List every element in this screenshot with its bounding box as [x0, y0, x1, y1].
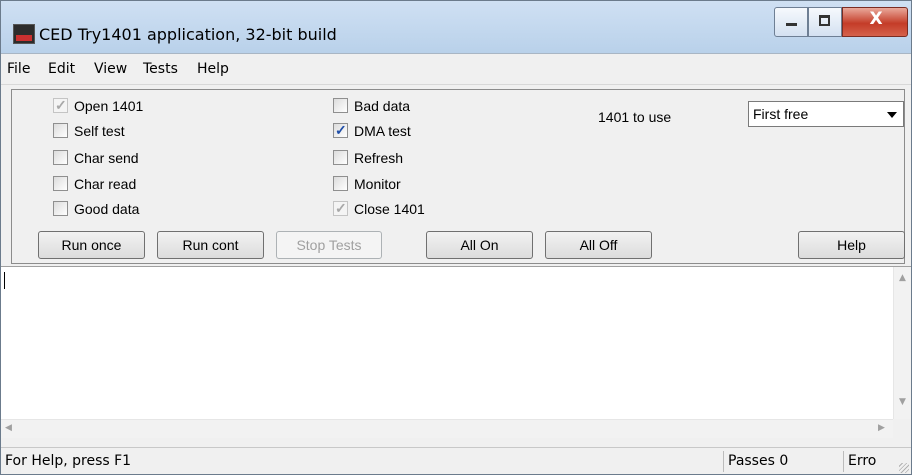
scroll-up-arrow-icon[interactable]: ▲ [899, 273, 906, 283]
run-once-button[interactable]: Run once [38, 231, 145, 259]
device-select[interactable]: First free [748, 101, 904, 127]
stop-tests-button[interactable]: Stop Tests [276, 231, 382, 259]
checkbox-box[interactable] [53, 201, 68, 216]
close-icon: X [869, 9, 883, 29]
menu-edit[interactable]: Edit [48, 61, 75, 77]
title-bar[interactable]: CED Try1401 application, 32-bit build X [1, 1, 911, 53]
status-separator [723, 451, 724, 472]
status-passes: Passes 0 [728, 453, 789, 469]
checkbox-label: Close 1401 [354, 201, 425, 217]
device-label: 1401 to use [598, 109, 672, 125]
menu-tests[interactable]: Tests [143, 61, 178, 77]
window-title: CED Try1401 application, 32-bit build [39, 25, 337, 44]
checkbox-label: DMA test [354, 123, 411, 139]
menu-file[interactable]: File [7, 61, 30, 77]
minimize-icon [786, 23, 797, 26]
checkbox-label: Monitor [354, 176, 401, 192]
menu-view[interactable]: View [94, 61, 127, 77]
checkbox-box[interactable] [333, 176, 348, 191]
checkbox-label: Bad data [354, 98, 411, 114]
output-text-area[interactable] [1, 266, 911, 437]
minimize-button[interactable] [774, 7, 808, 37]
resize-grip-icon[interactable] [899, 463, 909, 473]
dropdown-arrow-icon[interactable] [887, 112, 897, 118]
device-select-value: First free [753, 106, 809, 122]
close-button[interactable]: X [842, 7, 908, 37]
checkbox-box[interactable] [53, 97, 68, 113]
status-help-text: For Help, press F1 [5, 453, 132, 469]
checkbox-box[interactable] [53, 176, 68, 191]
checkbox-label: Refresh [354, 150, 404, 166]
checkbox-label: Char send [74, 150, 139, 166]
status-errors: Erro [848, 453, 877, 469]
status-separator [843, 451, 844, 472]
scroll-right-arrow-icon[interactable]: ▶ [878, 423, 885, 433]
checkbox-box[interactable] [53, 150, 68, 165]
checkbox-label: Self test [74, 123, 125, 139]
checkbox-box[interactable] [333, 122, 348, 138]
app-window: CED Try1401 application, 32-bit build X … [0, 0, 912, 475]
checkbox-box[interactable] [53, 123, 68, 138]
vertical-scrollbar[interactable]: ▲ ▼ [893, 267, 911, 419]
app-icon[interactable] [13, 24, 35, 44]
checkbox-box[interactable] [333, 200, 348, 216]
all-on-button[interactable]: All On [426, 231, 533, 259]
scroll-left-arrow-icon[interactable]: ◀ [5, 423, 12, 433]
checkbox-label: Open 1401 [74, 98, 144, 114]
menu-bar: File Edit View Tests Help [1, 53, 911, 85]
horizontal-scrollbar[interactable]: ◀ ▶ [1, 419, 893, 438]
run-cont-button[interactable]: Run cont [157, 231, 264, 259]
checkbox-label: Good data [74, 201, 140, 217]
menu-help[interactable]: Help [197, 61, 229, 77]
scroll-down-arrow-icon[interactable]: ▼ [899, 397, 906, 407]
maximize-icon [819, 15, 830, 26]
checkbox-box[interactable] [333, 150, 348, 165]
maximize-button[interactable] [808, 7, 842, 37]
all-off-button[interactable]: All Off [545, 231, 652, 259]
checkbox-box[interactable] [333, 98, 348, 113]
text-caret [4, 272, 5, 289]
status-bar: For Help, press F1 Passes 0 Erro [1, 447, 911, 474]
help-button[interactable]: Help [798, 231, 905, 259]
checkbox-label: Char read [74, 176, 137, 192]
scrollbar-corner [893, 419, 911, 437]
